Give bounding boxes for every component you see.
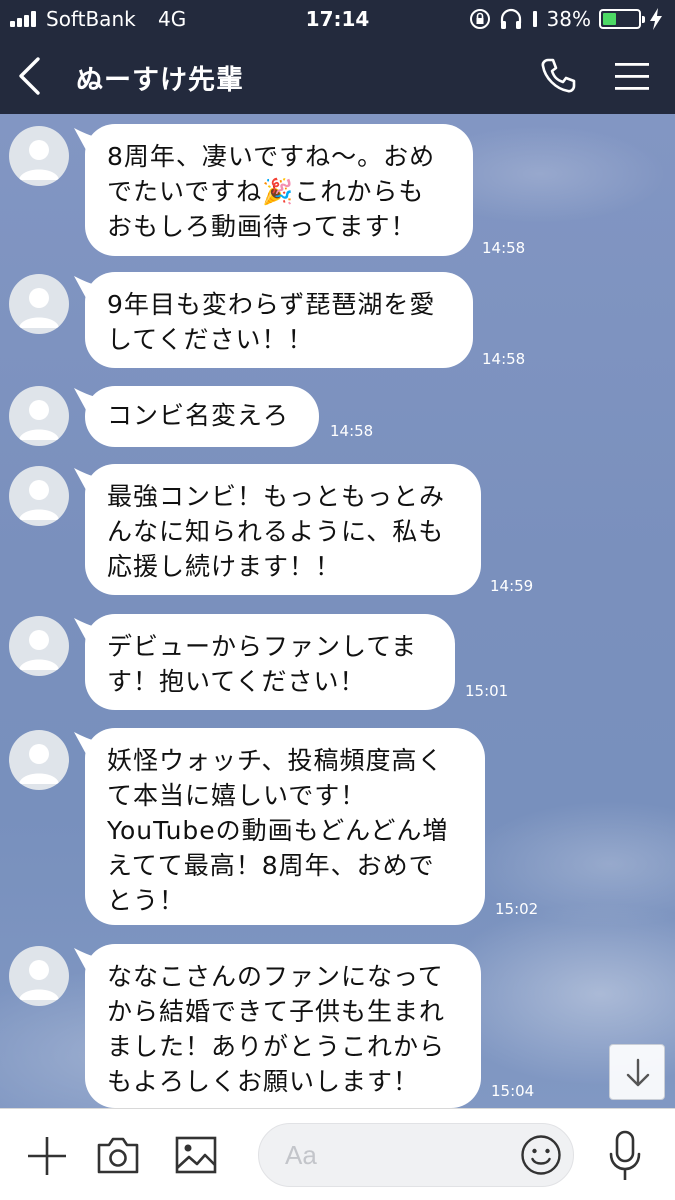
emoji-icon[interactable] — [520, 1134, 562, 1176]
avatar[interactable] — [9, 274, 69, 334]
plus-icon[interactable] — [26, 1135, 68, 1177]
hamburger-menu-icon[interactable] — [612, 58, 652, 94]
chat-header: SoftBank 4G 17:14 38% ぬーすけ先輩 — [0, 0, 675, 114]
scroll-to-bottom-button[interactable] — [609, 1044, 665, 1100]
bluetooth-indicator-icon — [532, 11, 537, 27]
charging-bolt-icon — [650, 8, 662, 30]
default-user-icon — [19, 744, 59, 784]
message-timestamp: 14:58 — [330, 422, 374, 440]
image-icon[interactable] — [174, 1135, 218, 1175]
message-list[interactable]: 8周年、凄いですね〜。おめ でたいですね🎉これからも おもしろ動画待ってます！ … — [0, 114, 675, 1108]
message-bubble[interactable]: ななこさんのファンになって から結婚できて子供も生まれ ました！ありがとうこれか… — [85, 944, 481, 1108]
battery-percent: 38% — [546, 7, 591, 31]
default-user-icon — [19, 400, 59, 440]
microphone-icon[interactable] — [606, 1129, 644, 1183]
avatar[interactable] — [9, 126, 69, 186]
message-bubble[interactable]: 9年目も変わらず琵琶湖を愛 してください！！ — [85, 272, 473, 368]
status-bar: SoftBank 4G 17:14 38% — [0, 0, 675, 38]
default-user-icon — [19, 960, 59, 1000]
back-chevron-icon[interactable] — [14, 56, 46, 96]
message-input-bar: Aa — [0, 1108, 675, 1200]
message-timestamp: 14:59 — [490, 577, 534, 595]
phone-icon[interactable] — [538, 56, 578, 96]
message-bubble[interactable]: デビューからファンしてま す！抱いてください！ — [85, 614, 455, 710]
message-bubble[interactable]: コンビ名変えろ — [85, 386, 319, 447]
battery-level — [603, 13, 616, 25]
message-bubble[interactable]: 妖怪ウォッチ、投稿頻度高く て本当に嬉しいです！ YouTubeの動画もどんどん… — [85, 728, 485, 925]
message-bubble[interactable]: 8周年、凄いですね〜。おめ でたいですね🎉これからも おもしろ動画待ってます！ — [85, 124, 473, 256]
avatar[interactable] — [9, 946, 69, 1006]
message-timestamp: 15:02 — [495, 900, 539, 918]
default-user-icon — [19, 630, 59, 670]
default-user-icon — [19, 140, 59, 180]
headphones-icon — [500, 8, 521, 29]
message-timestamp: 15:01 — [465, 682, 509, 700]
battery-icon — [599, 9, 645, 29]
message-bubble[interactable]: 最強コンビ！もっともっとみ んなに知られるように、私も 応援し続けます！！ — [85, 464, 481, 595]
avatar[interactable] — [9, 616, 69, 676]
arrow-down-icon — [626, 1058, 650, 1087]
avatar[interactable] — [9, 730, 69, 790]
message-timestamp: 15:04 — [491, 1082, 535, 1100]
avatar[interactable] — [9, 466, 69, 526]
camera-icon[interactable] — [96, 1135, 140, 1175]
message-timestamp: 14:58 — [482, 239, 526, 257]
default-user-icon — [19, 480, 59, 520]
chat-title: ぬーすけ先輩 — [76, 65, 244, 96]
default-user-icon — [19, 288, 59, 328]
message-timestamp: 14:58 — [482, 350, 526, 368]
rotation-lock-icon — [469, 9, 490, 29]
avatar[interactable] — [9, 386, 69, 446]
